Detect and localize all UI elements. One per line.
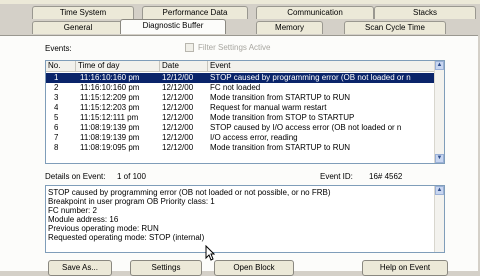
event-date: 12/12/00 — [162, 133, 194, 142]
event-row[interactable]: 5 11:15:12:111 pm 12/12/00 Mode transiti… — [46, 113, 434, 123]
event-time: 11:15:12:203 pm — [80, 103, 140, 112]
column-event[interactable]: Event — [208, 61, 434, 71]
details-on-event-label: Details on Event: — [45, 172, 106, 181]
tab-performance-data[interactable]: Performance Data — [142, 6, 248, 19]
event-date: 12/12/00 — [162, 123, 194, 132]
event-no: 1 — [54, 73, 59, 82]
event-row[interactable]: 3 11:15:12:209 pm 12/12/00 Mode transiti… — [46, 93, 434, 103]
event-text: Request for manual warm restart — [210, 103, 327, 112]
event-time: 11:16:10:160 pm — [80, 73, 140, 82]
event-time: 11:08:19:095 pm — [80, 143, 140, 152]
scroll-down-arrow-icon[interactable]: ▼ — [435, 154, 444, 163]
window-top-strip — [0, 0, 480, 4]
event-row[interactable]: 2 11:16:10:160 pm 12/12/00 FC not loaded — [46, 83, 434, 93]
event-row[interactable]: 6 11:08:19:139 pm 12/12/00 STOP caused b… — [46, 123, 434, 133]
events-label: Events: — [45, 44, 72, 53]
event-date: 12/12/00 — [162, 83, 194, 92]
filter-settings-checkbox[interactable] — [185, 43, 194, 52]
event-date: 12/12/00 — [162, 73, 194, 82]
event-row[interactable]: 4 11:15:12:203 pm 12/12/00 Request for m… — [46, 103, 434, 113]
event-no: 4 — [54, 103, 59, 112]
tab-time-system[interactable]: Time System — [32, 6, 134, 19]
event-no: 7 — [54, 133, 59, 142]
events-scrollbar[interactable]: ▲ ▼ — [434, 61, 444, 163]
settings-button[interactable]: Settings — [130, 260, 202, 276]
filter-settings-label: Filter Settings Active — [198, 43, 271, 52]
event-text: Mode transition from STOP to STARTUP — [210, 113, 355, 122]
detail-line: Previous operating mode: RUN — [48, 224, 159, 233]
event-id-value: 16# 4562 — [369, 172, 403, 181]
event-row[interactable]: 8 11:08:19:095 pm 12/12/00 Mode transiti… — [46, 143, 434, 153]
event-text: I/O access error, reading — [210, 133, 298, 142]
open-block-button[interactable]: Open Block — [214, 260, 294, 276]
events-list[interactable]: No. Time of day Date Event 1 11:16:10:16… — [45, 60, 445, 164]
event-no: 6 — [54, 123, 59, 132]
event-no: 8 — [54, 143, 59, 152]
event-text: Mode transition from STARTUP to RUN — [210, 93, 351, 102]
event-no: 2 — [54, 83, 59, 92]
event-date: 12/12/00 — [162, 103, 194, 112]
save-as-button[interactable]: Save As... — [48, 260, 112, 276]
column-no[interactable]: No. — [46, 61, 76, 71]
help-on-event-button[interactable]: Help on Event — [362, 260, 448, 276]
detail-line: Breakpoint in user program OB Priority c… — [48, 197, 215, 206]
details-scrollbar[interactable]: ▲ — [434, 186, 444, 252]
event-date: 12/12/00 — [162, 143, 194, 152]
tab-memory[interactable]: Memory — [256, 21, 323, 34]
event-date: 12/12/00 — [162, 113, 194, 122]
event-time: 11:15:12:111 pm — [80, 113, 139, 122]
event-row[interactable]: 7 11:08:19:139 pm 12/12/00 I/O access er… — [46, 133, 434, 143]
tab-communication[interactable]: Communication — [256, 6, 374, 19]
event-time: 11:16:10:160 pm — [80, 83, 140, 92]
event-text: STOP caused by programming error (OB not… — [210, 73, 411, 82]
event-no: 3 — [54, 93, 59, 102]
event-row[interactable]: 1 11:16:10:160 pm 12/12/00 STOP caused b… — [46, 73, 434, 83]
column-date[interactable]: Date — [160, 61, 208, 71]
event-text: FC not loaded — [210, 83, 261, 92]
event-details-box[interactable]: STOP caused by programming error (OB not… — [45, 185, 445, 253]
event-time: 11:08:19:139 pm — [80, 133, 140, 142]
column-time-of-day[interactable]: Time of day — [76, 61, 160, 71]
detail-line: STOP caused by programming error (OB not… — [48, 188, 331, 197]
details-count: 1 of 100 — [117, 172, 146, 181]
tab-diagnostic-buffer[interactable]: Diagnostic Buffer — [120, 19, 226, 34]
detail-line: Module address: 16 — [48, 215, 119, 224]
event-date: 12/12/00 — [162, 93, 194, 102]
tab-stacks[interactable]: Stacks — [374, 6, 476, 19]
detail-line: Requested operating mode: STOP (internal… — [48, 233, 205, 242]
scroll-up-arrow-icon[interactable]: ▲ — [435, 61, 444, 70]
tab-scan-cycle-time[interactable]: Scan Cycle Time — [344, 21, 446, 34]
event-time: 11:08:19:139 pm — [80, 123, 140, 132]
event-time: 11:15:12:209 pm — [80, 93, 140, 102]
event-no: 5 — [54, 113, 59, 122]
scroll-up-arrow-icon[interactable]: ▲ — [435, 186, 444, 195]
detail-line: FC number: 2 — [48, 206, 97, 215]
event-id-label: Event ID: — [320, 172, 353, 181]
events-list-header: No. Time of day Date Event — [46, 61, 434, 72]
event-text: STOP caused by I/O access error (OB not … — [210, 123, 402, 132]
mouse-pointer-icon — [205, 245, 215, 261]
event-text: Mode transition from STARTUP to RUN — [210, 143, 351, 152]
tab-general[interactable]: General — [32, 21, 124, 34]
